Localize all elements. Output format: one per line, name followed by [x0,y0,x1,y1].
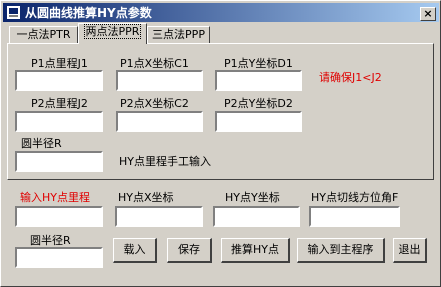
panel-radius-label: 圆半径R [21,137,62,150]
p1-x-input[interactable] [116,70,203,91]
hy-mileage-input[interactable] [15,206,103,227]
p2-x-label: P2点X坐标C2 [120,97,189,110]
hy-y-label: HY点Y坐标 [225,191,280,204]
dialog-window: 从圆曲线推算HY点参数 × 一点法PTR 两点法PPR 三点法PPP P1点里程… [0,0,441,287]
compute-hy-button[interactable]: 推算HY点 [221,238,290,263]
hy-manual-note: HY点里程手工输入 [119,155,211,168]
hy-y-input[interactable] [213,206,300,227]
tab-label: 一点法PTR [16,28,71,41]
tab-label: 三点法PPP [152,28,205,41]
title-bar[interactable]: 从圆曲线推算HY点参数 × [3,3,439,22]
hy-bearing-label: HY点切线方位角F [311,191,399,204]
order-warning-text: 请确保J1<J2 [319,71,382,84]
output-radius-input[interactable] [15,247,103,268]
p1-y-input[interactable] [215,70,302,91]
panel-radius-input[interactable] [15,151,103,172]
tab-one-point-ptr[interactable]: 一点法PTR [9,26,78,44]
hy-x-label: HY点X坐标 [118,191,174,204]
save-button[interactable]: 保存 [167,238,212,263]
p2-y-label: P2点Y坐标D2 [224,97,293,110]
p2-mileage-input[interactable] [15,111,103,132]
tab-three-point-ppp[interactable]: 三点法PPP [147,26,210,44]
p2-y-input[interactable] [215,111,302,132]
send-to-main-button[interactable]: 输入到主程序 [297,238,385,263]
p1-mileage-label: P1点里程J1 [31,57,88,70]
tab-label: 两点法PPR [83,24,142,39]
exit-button[interactable]: 退出 [393,238,427,263]
hy-x-input[interactable] [115,206,203,227]
p1-y-label: P1点Y坐标D1 [224,57,293,70]
hy-bearing-input[interactable] [309,206,400,227]
close-button[interactable]: × [420,7,436,21]
tab-panel-ppr: P1点里程J1 P1点X坐标C1 P1点Y坐标D1 请确保J1<J2 P2点里程… [7,43,434,180]
output-radius-label: 圆半径R [30,234,71,247]
p1-mileage-input[interactable] [15,70,103,91]
tab-two-point-ppr[interactable]: 两点法PPR [78,23,147,44]
p1-x-label: P1点X坐标C1 [120,57,189,70]
p2-x-input[interactable] [116,111,203,132]
hy-mileage-label: 输入HY点里程 [20,191,90,204]
load-button[interactable]: 载入 [113,238,157,263]
app-icon [7,6,20,19]
p2-mileage-label: P2点里程J2 [31,97,88,110]
window-title: 从圆曲线推算HY点参数 [25,6,152,20]
